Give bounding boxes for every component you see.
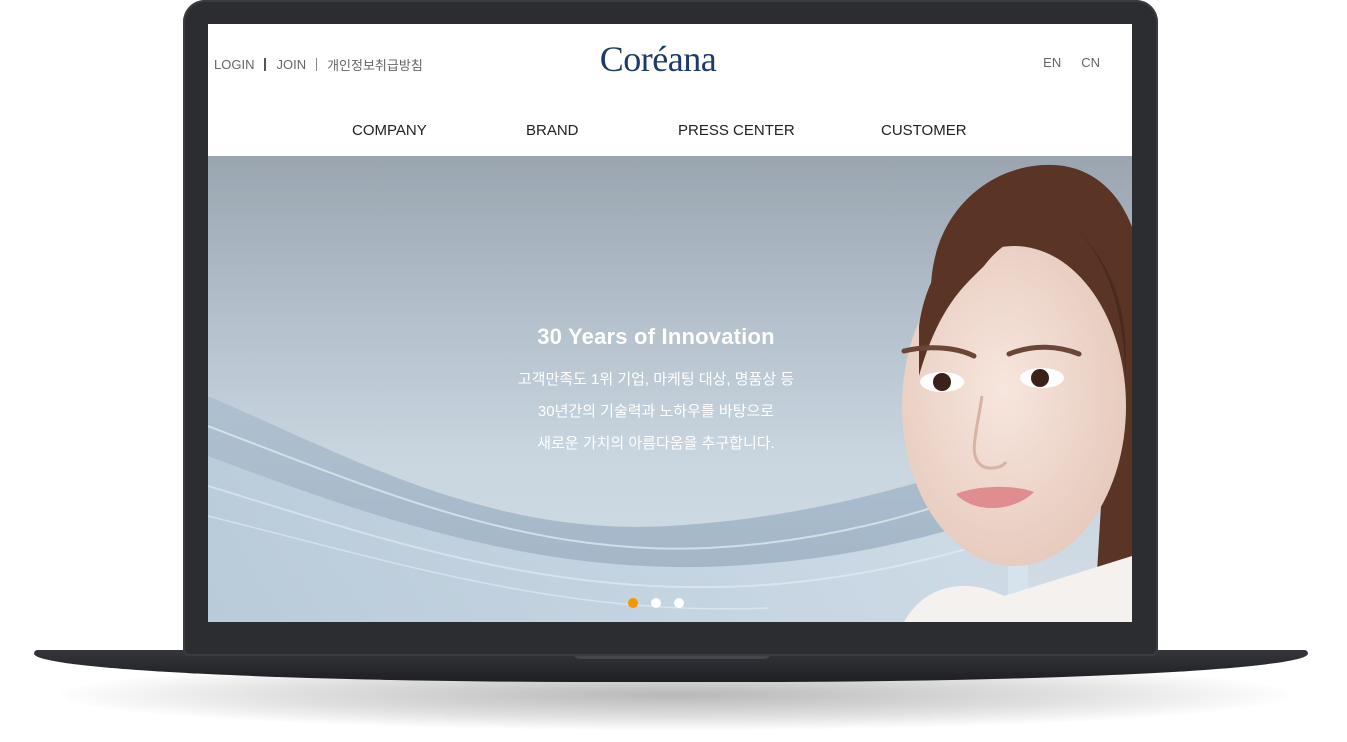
nav-press-center[interactable]: PRESS CENTER <box>678 122 795 139</box>
divider <box>264 58 267 71</box>
login-link[interactable]: LOGIN <box>214 57 254 72</box>
laptop-screen: LOGIN JOIN 개인정보취급방침 Coréana EN CN COMPAN… <box>208 24 1132 622</box>
slide-dot-2[interactable] <box>651 598 661 608</box>
nav-brand[interactable]: BRAND <box>526 122 579 139</box>
utility-nav: LOGIN JOIN 개인정보취급방침 <box>214 55 423 74</box>
lang-en-link[interactable]: EN <box>1043 55 1061 70</box>
nav-company[interactable]: COMPANY <box>352 122 427 139</box>
hero-line-2: 30년간의 기술력과 노하우를 바탕으로 <box>537 403 775 420</box>
slide-dot-3[interactable] <box>674 598 684 608</box>
brand-logo[interactable]: Coréana <box>596 38 720 80</box>
hero-copy: 30 Years of Innovation 고객만족도 1위 기업, 마케팅 … <box>436 324 876 460</box>
hero-line-1: 고객만족도 1위 기업, 마케팅 대상, 명품상 등 <box>517 371 795 388</box>
model-portrait-image <box>901 164 1132 622</box>
main-nav: COMPANY BRAND PRESS CENTER CUSTOMER <box>208 120 1132 144</box>
divider <box>316 58 318 71</box>
lang-cn-link[interactable]: CN <box>1081 55 1100 70</box>
hero-banner: 30 Years of Innovation 고객만족도 1위 기업, 마케팅 … <box>208 156 1132 622</box>
slider-pagination <box>628 598 684 608</box>
privacy-policy-link[interactable]: 개인정보취급방침 <box>327 55 423 74</box>
hero-line-3: 새로운 가치의 아름다움을 추구합니다. <box>537 435 775 452</box>
slide-dot-1[interactable] <box>628 598 638 608</box>
language-switcher: EN CN <box>1043 55 1100 70</box>
nav-customer[interactable]: CUSTOMER <box>881 122 967 139</box>
join-link[interactable]: JOIN <box>276 57 306 72</box>
hero-title: 30 Years of Innovation <box>537 324 775 349</box>
